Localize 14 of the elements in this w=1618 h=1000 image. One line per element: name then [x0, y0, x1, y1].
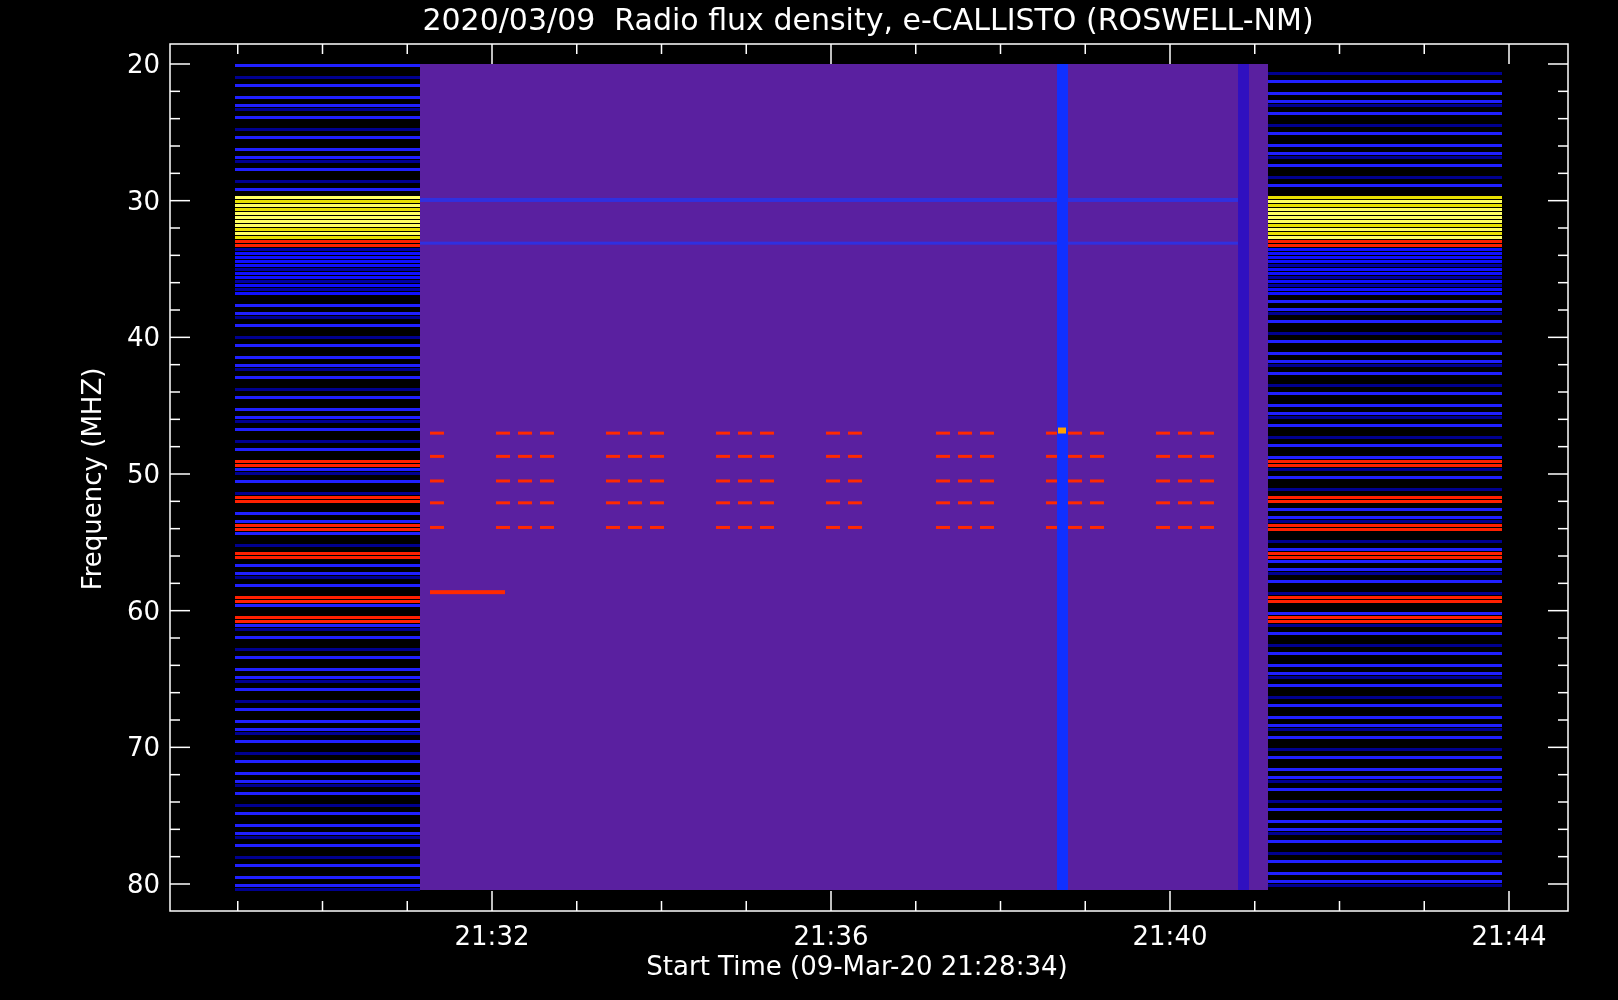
tick-label: 21:44: [1471, 921, 1547, 951]
tick-label: 50: [126, 459, 160, 489]
tick-label: 80: [126, 869, 160, 899]
axis-label: Frequency (MHZ): [77, 367, 107, 591]
tick-label: 70: [126, 732, 160, 763]
tick-label: 20: [126, 49, 160, 79]
tick-label: 21:32: [454, 921, 530, 951]
chart-title: 2020/03/09 Radio flux density, e-CALLISTO (ROSWELL-NM): [422, 2, 1314, 37]
tick-label: 40: [126, 322, 160, 353]
tick-label: 30: [126, 185, 160, 216]
tick-label: 21:36: [793, 921, 869, 951]
tick-label: 60: [126, 595, 160, 626]
tick-label: 21:40: [1132, 921, 1208, 951]
axis-label: Start Time (09-Mar-20 21:28:34): [646, 951, 1068, 981]
